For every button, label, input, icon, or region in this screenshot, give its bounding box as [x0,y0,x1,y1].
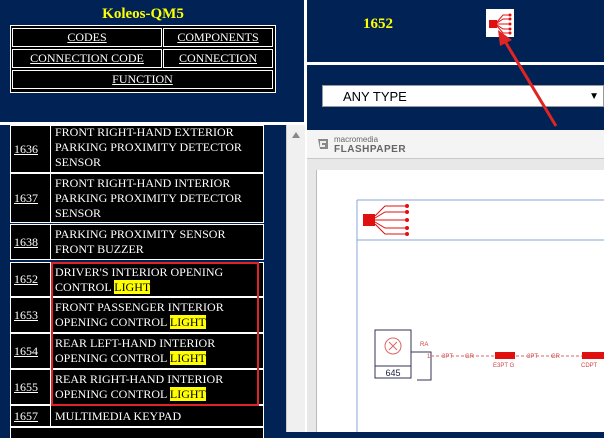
connection-link[interactable]: CONNECTION [163,49,273,68]
component-code: 645 [385,368,400,378]
detail-header [307,0,604,62]
wire-label: GR [551,354,561,360]
component-description: FRONT RIGHT-HAND EXTERIOR PARKING PROXIM… [55,125,242,169]
annotation-box [51,262,259,406]
type-select-value: ANY TYPE [343,89,407,104]
codes-link[interactable]: CODES [12,28,162,47]
function-link[interactable]: FUNCTION [12,70,273,89]
list-item[interactable]: 1638 PARKING PROXIMITY SENSOR FRONT BUZZ… [10,224,264,260]
list-scrollbar[interactable] [286,125,305,432]
wire-label: RA [420,342,428,348]
components-link[interactable]: COMPONENTS [163,28,273,47]
component-number-link[interactable]: 1657 [11,406,51,426]
diagram-frame [356,199,604,432]
divider [307,62,604,65]
component-description: MULTIMEDIA KEYPAD [55,408,182,423]
component-description: FRONT RIGHT-HAND INTERIOR PARKING PROXIM… [55,175,242,220]
connector-label: E3PT G [493,363,515,369]
chevron-down-icon: ▼ [589,91,599,102]
list-item[interactable] [10,427,264,438]
component-number-link[interactable]: 1655 [11,370,51,404]
app-title: Koleos-QM5 [102,6,184,22]
connection-code-link[interactable]: CONNECTION CODE [12,49,162,68]
wire-label: 3PT [527,354,538,360]
pin-label: 1 [427,354,431,360]
selected-component-number: 1652 [363,16,393,32]
wire-label: GR [465,354,475,360]
component-box: 645 [374,329,412,379]
component-number-link[interactable]: 1652 [11,263,51,296]
connector-icon[interactable] [486,9,514,37]
connector-label: CDPT [581,363,598,369]
list-item[interactable]: 1636 FRONT RIGHT-HAND EXTERIOR PARKING P… [10,125,264,173]
component-number-link[interactable]: 1637 [11,174,51,222]
component-description: PARKING PROXIMITY SENSOR FRONT BUZZER [55,227,226,256]
list-item[interactable]: 1657 MULTIMEDIA KEYPAD [10,405,264,427]
wire-label: 3PT [442,354,453,360]
scroll-up-icon[interactable] [287,125,305,145]
type-select[interactable]: ANY TYPE ▼ [322,85,604,107]
component-number-link[interactable]: 1653 [11,298,51,332]
component-number-link[interactable]: 1636 [11,126,51,172]
diagram-connector-icon [363,204,409,236]
wiring-diagram: 645 RA 1 3PT GR E3PT G 3PT GR CDPT [356,199,604,432]
list-item[interactable]: 1637 FRONT RIGHT-HAND INTERIOR PARKING P… [10,173,264,223]
component-number-link[interactable]: 1638 [11,225,51,259]
component-number-link[interactable]: 1654 [11,334,51,368]
